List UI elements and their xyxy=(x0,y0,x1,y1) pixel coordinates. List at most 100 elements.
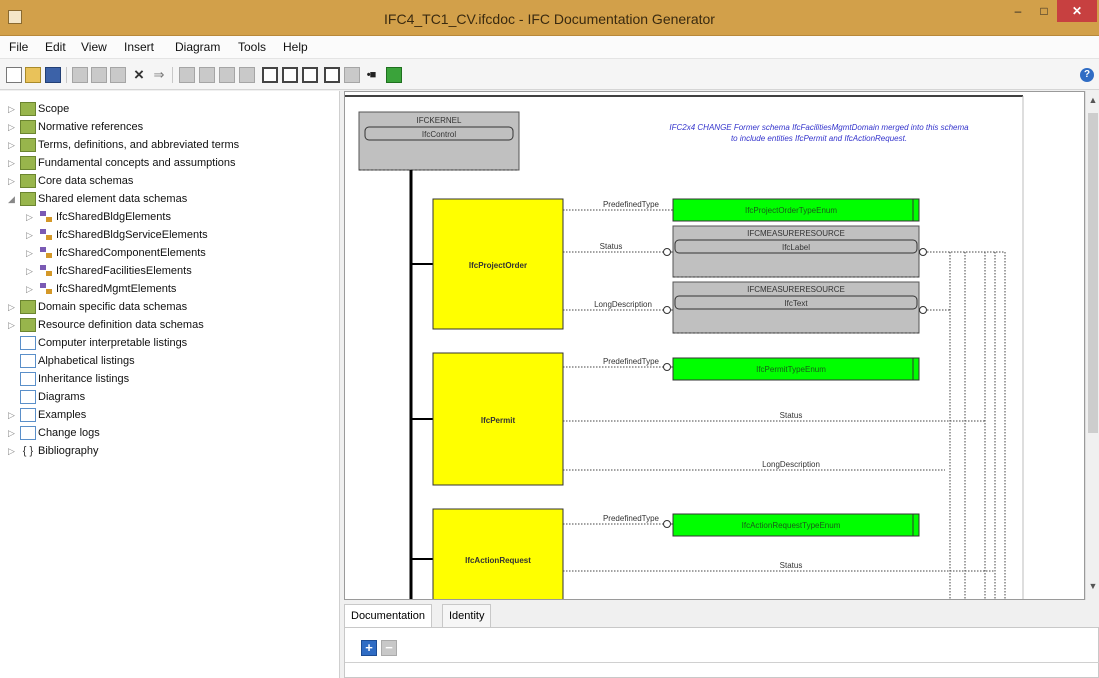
diagram-canvas[interactable]: IFCKERNEL IfcControl IFC2x4 CHANGE Former … xyxy=(344,91,1085,600)
diagram-view-icon-2[interactable] xyxy=(282,67,298,83)
entity-label-2: IfcActionRequest xyxy=(465,556,531,565)
optional-marker xyxy=(663,520,671,528)
menu-view[interactable]: View xyxy=(81,40,107,54)
inverse-marker xyxy=(919,248,927,256)
ref-type-label-1: IfcText xyxy=(784,299,808,308)
select-icon[interactable] xyxy=(324,67,340,83)
expander-icon[interactable]: ▷ xyxy=(26,226,36,244)
save-icon[interactable] xyxy=(45,67,61,83)
page-icon xyxy=(20,336,36,350)
documentation-pane: + − xyxy=(344,627,1099,678)
expander-icon[interactable]: ▷ xyxy=(8,316,18,334)
scroll-up-icon[interactable]: ▲ xyxy=(1086,95,1099,105)
tree-item-label: IfcSharedMgmtElements xyxy=(56,283,177,295)
tree-item-label: Fundamental concepts and assumptions xyxy=(38,157,236,169)
expander-icon[interactable]: ▷ xyxy=(8,406,18,424)
grid-icon-2[interactable] xyxy=(199,67,215,83)
page-icon xyxy=(20,372,36,386)
attribute-label: LongDescription xyxy=(762,460,820,469)
page-icon xyxy=(20,354,36,368)
diagram-view-icon-3[interactable] xyxy=(302,67,318,83)
tree-item-label: IfcSharedBldgServiceElements xyxy=(56,229,208,241)
tree-item-label: Computer interpretable listings xyxy=(38,337,188,349)
enum-label-2: IfcActionRequestTypeEnum xyxy=(742,521,841,530)
grid-icon-3[interactable] xyxy=(219,67,235,83)
maximize-button[interactable]: □ xyxy=(1031,0,1057,22)
tree-item-label: IfcSharedFacilitiesElements xyxy=(56,265,192,277)
optional-marker xyxy=(663,363,671,371)
build-icon[interactable] xyxy=(386,67,402,83)
help-icon[interactable]: ? xyxy=(1080,68,1094,82)
connector-icon[interactable]: •■ xyxy=(363,67,379,83)
tree-item-label: Normative references xyxy=(38,121,144,133)
attribute-label: Status xyxy=(600,242,623,251)
tree-item-label: Diagrams xyxy=(38,391,86,403)
pane-divider xyxy=(345,662,1099,663)
scroll-down-icon[interactable]: ▼ xyxy=(1086,581,1099,591)
menu-file[interactable]: File xyxy=(9,40,28,54)
attribute-label: PredefinedType xyxy=(603,514,660,523)
tree-item-label: Inheritance listings xyxy=(38,373,130,385)
minimize-button[interactable]: – xyxy=(1005,0,1031,22)
attribute-label: PredefinedType xyxy=(603,357,660,366)
toolbar: × ⇒ •■ ? xyxy=(0,59,1099,90)
tree-item-label: Scope xyxy=(38,103,70,115)
expander-icon[interactable]: ▷ xyxy=(8,100,18,118)
diagram-view-icon-1[interactable] xyxy=(262,67,278,83)
menu-edit[interactable]: Edit xyxy=(45,40,66,54)
expander-icon[interactable]: ◢ xyxy=(8,190,18,208)
close-button[interactable]: ✕ xyxy=(1057,0,1097,22)
attribute-label: PredefinedType xyxy=(603,200,660,209)
diagram-scrollbar[interactable]: ▲ ▼ xyxy=(1085,91,1099,600)
tree-item-label: IfcSharedBldgElements xyxy=(56,211,171,223)
expander-icon[interactable]: ▷ xyxy=(8,172,18,190)
enum-label-0: IfcProjectOrderTypeEnum xyxy=(745,206,837,215)
tree-item-label: Resource definition data schemas xyxy=(38,319,204,331)
grid-icon-4[interactable] xyxy=(239,67,255,83)
paste-icon[interactable] xyxy=(110,67,126,83)
expander-icon[interactable]: ▷ xyxy=(8,298,18,316)
rectangle-icon[interactable] xyxy=(344,67,360,83)
menu-bar: File Edit View Insert Diagram Tools Help xyxy=(0,36,1099,59)
folder-icon xyxy=(20,138,36,152)
menu-insert[interactable]: Insert xyxy=(124,40,154,54)
folder-icon xyxy=(20,318,36,332)
grid-icon-1[interactable] xyxy=(179,67,195,83)
tab-identity[interactable]: Identity xyxy=(442,604,492,628)
add-button[interactable]: + xyxy=(361,640,377,656)
scroll-thumb[interactable] xyxy=(1088,113,1098,433)
expander-icon[interactable]: ▷ xyxy=(26,262,36,280)
kernel-entity-label: IfcControl xyxy=(422,130,456,139)
kernel-schema-label: IFCKERNEL xyxy=(417,116,462,125)
attribute-label: Status xyxy=(780,411,803,420)
optional-marker xyxy=(663,306,671,314)
expander-icon[interactable]: ▷ xyxy=(8,118,18,136)
tab-documentation[interactable]: Documentation xyxy=(344,604,432,628)
open-folder-icon[interactable] xyxy=(25,67,41,83)
toolbar-separator xyxy=(66,67,67,83)
cut-icon[interactable] xyxy=(72,67,88,83)
tree-item-label: Change logs xyxy=(38,427,100,439)
menu-diagram[interactable]: Diagram xyxy=(175,40,220,54)
braces-icon: { } xyxy=(22,445,34,457)
tree-item-label: IfcSharedComponentElements xyxy=(56,247,206,259)
expander-icon[interactable]: ▷ xyxy=(8,442,18,460)
move-icon[interactable]: ⇒ xyxy=(151,67,167,83)
expander-icon[interactable]: ▷ xyxy=(8,424,18,442)
copy-icon[interactable] xyxy=(91,67,107,83)
expander-icon[interactable]: ▷ xyxy=(26,280,36,298)
enum-label-1: IfcPermitTypeEnum xyxy=(756,365,826,374)
remove-button[interactable]: − xyxy=(381,640,397,656)
expander-icon[interactable]: ▷ xyxy=(26,244,36,262)
properties-panel: Documentation Identity + − xyxy=(344,600,1099,678)
schema-icon xyxy=(38,246,54,260)
expander-icon[interactable]: ▷ xyxy=(26,208,36,226)
menu-help[interactable]: Help xyxy=(283,40,308,54)
delete-icon[interactable]: × xyxy=(131,66,147,83)
menu-tools[interactable]: Tools xyxy=(238,40,266,54)
expander-icon[interactable]: ▷ xyxy=(8,154,18,172)
attribute-label: LongDescription xyxy=(594,300,652,309)
expander-icon[interactable]: ▷ xyxy=(8,136,18,154)
schema-tree: ▷ Scope ▷ Normative references ▷ Terms, defin… xyxy=(0,91,340,678)
new-document-icon[interactable] xyxy=(6,67,22,83)
